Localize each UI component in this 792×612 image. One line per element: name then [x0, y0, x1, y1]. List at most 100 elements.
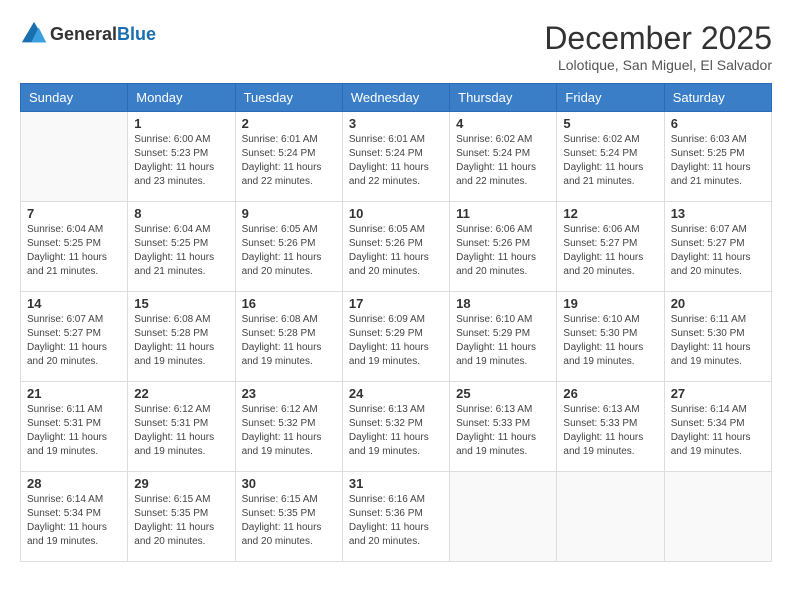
calendar-week-row: 14 Sunrise: 6:07 AMSunset: 5:27 PMDaylig… [21, 292, 772, 382]
table-row: 6 Sunrise: 6:03 AMSunset: 5:25 PMDayligh… [664, 112, 771, 202]
day-info: Sunrise: 6:16 AMSunset: 5:36 PMDaylight:… [349, 493, 443, 549]
day-number: 15 [134, 296, 228, 311]
table-row: 22 Sunrise: 6:12 AMSunset: 5:31 PMDaylig… [128, 382, 235, 472]
day-number: 19 [563, 296, 657, 311]
table-row: 23 Sunrise: 6:12 AMSunset: 5:32 PMDaylig… [235, 382, 342, 472]
table-row [450, 472, 557, 562]
table-row: 9 Sunrise: 6:05 AMSunset: 5:26 PMDayligh… [235, 202, 342, 292]
day-info: Sunrise: 6:14 AMSunset: 5:34 PMDaylight:… [671, 403, 765, 459]
location: Lolotique, San Miguel, El Salvador [544, 57, 772, 73]
day-info: Sunrise: 6:02 AMSunset: 5:24 PMDaylight:… [563, 133, 657, 189]
day-info: Sunrise: 6:15 AMSunset: 5:35 PMDaylight:… [134, 493, 228, 549]
day-number: 14 [27, 296, 121, 311]
day-number: 17 [349, 296, 443, 311]
day-number: 31 [349, 476, 443, 491]
day-info: Sunrise: 6:06 AMSunset: 5:27 PMDaylight:… [563, 223, 657, 279]
day-info: Sunrise: 6:13 AMSunset: 5:33 PMDaylight:… [563, 403, 657, 459]
day-number: 12 [563, 206, 657, 221]
day-info: Sunrise: 6:01 AMSunset: 5:24 PMDaylight:… [349, 133, 443, 189]
day-info: Sunrise: 6:05 AMSunset: 5:26 PMDaylight:… [349, 223, 443, 279]
day-number: 21 [27, 386, 121, 401]
day-info: Sunrise: 6:04 AMSunset: 5:25 PMDaylight:… [134, 223, 228, 279]
table-row: 4 Sunrise: 6:02 AMSunset: 5:24 PMDayligh… [450, 112, 557, 202]
logo-icon [20, 20, 48, 48]
day-number: 22 [134, 386, 228, 401]
day-info: Sunrise: 6:00 AMSunset: 5:23 PMDaylight:… [134, 133, 228, 189]
table-row: 3 Sunrise: 6:01 AMSunset: 5:24 PMDayligh… [342, 112, 449, 202]
day-number: 4 [456, 116, 550, 131]
day-number: 13 [671, 206, 765, 221]
day-number: 25 [456, 386, 550, 401]
day-info: Sunrise: 6:13 AMSunset: 5:32 PMDaylight:… [349, 403, 443, 459]
day-info: Sunrise: 6:08 AMSunset: 5:28 PMDaylight:… [134, 313, 228, 369]
table-row: 31 Sunrise: 6:16 AMSunset: 5:36 PMDaylig… [342, 472, 449, 562]
day-number: 16 [242, 296, 336, 311]
logo-blue: Blue [117, 24, 156, 44]
day-info: Sunrise: 6:04 AMSunset: 5:25 PMDaylight:… [27, 223, 121, 279]
calendar-week-row: 28 Sunrise: 6:14 AMSunset: 5:34 PMDaylig… [21, 472, 772, 562]
table-row: 7 Sunrise: 6:04 AMSunset: 5:25 PMDayligh… [21, 202, 128, 292]
day-info: Sunrise: 6:13 AMSunset: 5:33 PMDaylight:… [456, 403, 550, 459]
calendar-week-row: 7 Sunrise: 6:04 AMSunset: 5:25 PMDayligh… [21, 202, 772, 292]
day-number: 10 [349, 206, 443, 221]
header-saturday: Saturday [664, 84, 771, 112]
header-thursday: Thursday [450, 84, 557, 112]
day-number: 27 [671, 386, 765, 401]
table-row [557, 472, 664, 562]
day-info: Sunrise: 6:12 AMSunset: 5:31 PMDaylight:… [134, 403, 228, 459]
table-row: 18 Sunrise: 6:10 AMSunset: 5:29 PMDaylig… [450, 292, 557, 382]
table-row: 30 Sunrise: 6:15 AMSunset: 5:35 PMDaylig… [235, 472, 342, 562]
table-row: 15 Sunrise: 6:08 AMSunset: 5:28 PMDaylig… [128, 292, 235, 382]
page-header: GeneralBlue December 2025 Lolotique, San… [20, 20, 772, 73]
table-row: 19 Sunrise: 6:10 AMSunset: 5:30 PMDaylig… [557, 292, 664, 382]
table-row [21, 112, 128, 202]
day-info: Sunrise: 6:08 AMSunset: 5:28 PMDaylight:… [242, 313, 336, 369]
logo-text: GeneralBlue [50, 24, 156, 45]
day-number: 24 [349, 386, 443, 401]
day-number: 9 [242, 206, 336, 221]
day-info: Sunrise: 6:03 AMSunset: 5:25 PMDaylight:… [671, 133, 765, 189]
table-row: 13 Sunrise: 6:07 AMSunset: 5:27 PMDaylig… [664, 202, 771, 292]
header-tuesday: Tuesday [235, 84, 342, 112]
table-row: 11 Sunrise: 6:06 AMSunset: 5:26 PMDaylig… [450, 202, 557, 292]
day-number: 5 [563, 116, 657, 131]
table-row: 10 Sunrise: 6:05 AMSunset: 5:26 PMDaylig… [342, 202, 449, 292]
day-info: Sunrise: 6:15 AMSunset: 5:35 PMDaylight:… [242, 493, 336, 549]
day-info: Sunrise: 6:07 AMSunset: 5:27 PMDaylight:… [27, 313, 121, 369]
table-row: 16 Sunrise: 6:08 AMSunset: 5:28 PMDaylig… [235, 292, 342, 382]
table-row: 29 Sunrise: 6:15 AMSunset: 5:35 PMDaylig… [128, 472, 235, 562]
table-row: 28 Sunrise: 6:14 AMSunset: 5:34 PMDaylig… [21, 472, 128, 562]
day-info: Sunrise: 6:07 AMSunset: 5:27 PMDaylight:… [671, 223, 765, 279]
table-row: 24 Sunrise: 6:13 AMSunset: 5:32 PMDaylig… [342, 382, 449, 472]
day-number: 6 [671, 116, 765, 131]
day-number: 1 [134, 116, 228, 131]
table-row: 2 Sunrise: 6:01 AMSunset: 5:24 PMDayligh… [235, 112, 342, 202]
table-row: 21 Sunrise: 6:11 AMSunset: 5:31 PMDaylig… [21, 382, 128, 472]
day-number: 20 [671, 296, 765, 311]
logo-general: General [50, 24, 117, 44]
day-number: 3 [349, 116, 443, 131]
table-row: 25 Sunrise: 6:13 AMSunset: 5:33 PMDaylig… [450, 382, 557, 472]
calendar-header-row: Sunday Monday Tuesday Wednesday Thursday… [21, 84, 772, 112]
month-year: December 2025 [544, 20, 772, 57]
table-row: 5 Sunrise: 6:02 AMSunset: 5:24 PMDayligh… [557, 112, 664, 202]
day-number: 26 [563, 386, 657, 401]
day-info: Sunrise: 6:11 AMSunset: 5:31 PMDaylight:… [27, 403, 121, 459]
table-row: 12 Sunrise: 6:06 AMSunset: 5:27 PMDaylig… [557, 202, 664, 292]
table-row: 27 Sunrise: 6:14 AMSunset: 5:34 PMDaylig… [664, 382, 771, 472]
day-info: Sunrise: 6:10 AMSunset: 5:30 PMDaylight:… [563, 313, 657, 369]
day-info: Sunrise: 6:12 AMSunset: 5:32 PMDaylight:… [242, 403, 336, 459]
calendar-week-row: 1 Sunrise: 6:00 AMSunset: 5:23 PMDayligh… [21, 112, 772, 202]
table-row [664, 472, 771, 562]
logo: GeneralBlue [20, 20, 156, 48]
day-info: Sunrise: 6:06 AMSunset: 5:26 PMDaylight:… [456, 223, 550, 279]
day-info: Sunrise: 6:09 AMSunset: 5:29 PMDaylight:… [349, 313, 443, 369]
header-friday: Friday [557, 84, 664, 112]
day-number: 8 [134, 206, 228, 221]
day-number: 30 [242, 476, 336, 491]
day-info: Sunrise: 6:11 AMSunset: 5:30 PMDaylight:… [671, 313, 765, 369]
day-info: Sunrise: 6:02 AMSunset: 5:24 PMDaylight:… [456, 133, 550, 189]
header-wednesday: Wednesday [342, 84, 449, 112]
table-row: 8 Sunrise: 6:04 AMSunset: 5:25 PMDayligh… [128, 202, 235, 292]
day-info: Sunrise: 6:05 AMSunset: 5:26 PMDaylight:… [242, 223, 336, 279]
